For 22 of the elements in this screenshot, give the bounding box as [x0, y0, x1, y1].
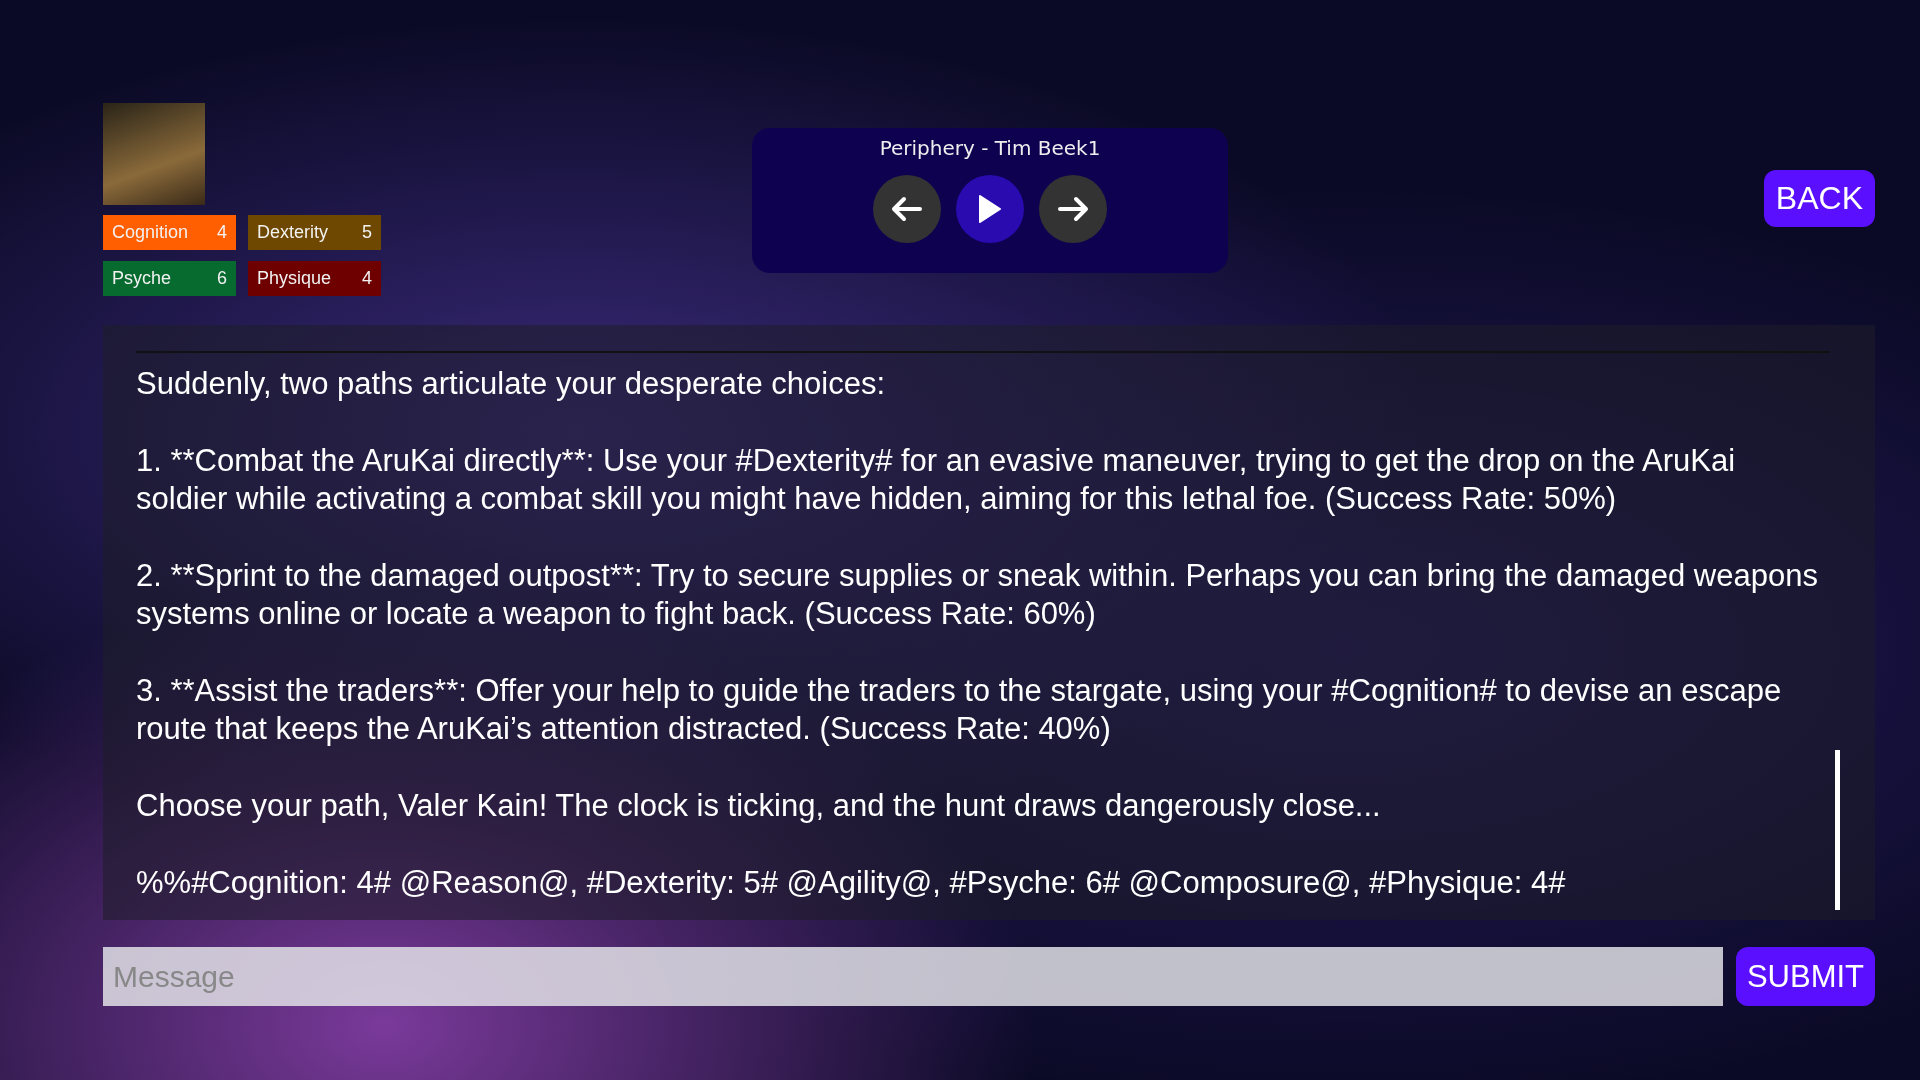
- message-input[interactable]: Message: [103, 947, 1723, 1006]
- story-paragraph: Suddenly, two paths articulate your desperate choices:: [136, 365, 887, 403]
- back-button[interactable]: BACK: [1763, 170, 1875, 227]
- submit-button[interactable]: SUBMIT: [1736, 947, 1875, 1006]
- scrollbar-thumb[interactable]: [1835, 750, 1840, 910]
- stat-name: Physique: [257, 268, 332, 289]
- stat-value: 5: [362, 222, 372, 243]
- play-icon: [978, 194, 1002, 224]
- stat-value: 4: [362, 268, 372, 289]
- track-title: Periphery - Tim Beek1: [879, 136, 1101, 160]
- story-paragraph: 3. **Assist the traders**: Offer your help to guide the traders to the stargate, using your #Cognition# to devise an escape route that keeps the AruKai’s attention distracted. (Success Rate: 40%): [136, 672, 1783, 748]
- right-arrow-icon: [1057, 196, 1089, 222]
- story-paragraph: 1. **Combat the AruKai directly**: Use your #Dexterity# for an evasive maneuver, trying to get the drop on the AruKai soldier while activating a combat skill you might have hidden, aiming for this lethal foe. (Success Rate: 50%): [136, 442, 1737, 518]
- story-paragraph: %%#Cognition: 4# @Reason@, #Dexterity: 5# @Agility@, #Psyche: 6# @Composure@, #Physique: 4#: [136, 864, 1567, 902]
- stat-name: Cognition: [112, 222, 189, 243]
- stat-name: Psyche: [112, 268, 172, 289]
- left-arrow-icon: [891, 196, 923, 222]
- story-paragraph: 2. **Sprint to the damaged outpost**: Try to secure supplies or sneak within. Perhaps you can bring the damaged weapons systems online or locate a weapon to fight back. (Success Rate: 60%): [136, 557, 1819, 633]
- stat-value: 4: [217, 222, 227, 243]
- stat-name: Dexterity: [257, 222, 328, 243]
- stat-value: 6: [217, 268, 227, 289]
- story-paragraph: Choose your path, Valer Kain! The clock is ticking, and the hunt draws dangerously close...: [136, 787, 1382, 825]
